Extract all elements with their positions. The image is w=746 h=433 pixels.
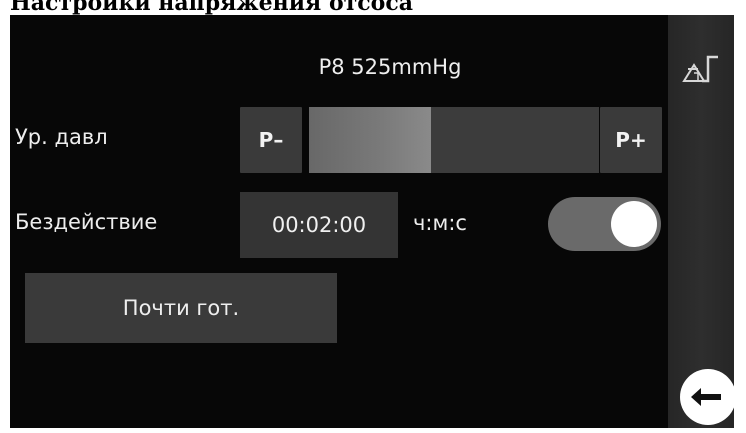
device-screen: P8 525mmHg Ур. давл P– P+ Бездействие 00…	[10, 15, 734, 428]
pressure-level-label: Ур. давл	[15, 125, 108, 149]
pressure-increase-button[interactable]: P+	[600, 107, 662, 173]
pressure-level-slider[interactable]	[309, 107, 599, 173]
back-arrow-icon[interactable]	[676, 367, 734, 425]
delta-pressure-icon[interactable]	[678, 45, 726, 93]
idle-time-unit: ч:м:с	[413, 211, 467, 235]
document-heading: Настройки напряжения отсоса	[10, 0, 413, 16]
pressure-level-fill	[309, 107, 431, 173]
main-panel: P8 525mmHg Ур. давл P– P+ Бездействие 00…	[10, 15, 668, 428]
side-panel	[668, 15, 734, 428]
almost-ready-button[interactable]: Почти гот.	[25, 273, 337, 343]
pressure-decrease-button[interactable]: P–	[240, 107, 302, 173]
pressure-title: P8 525mmHg	[318, 55, 462, 79]
idle-label: Бездействие	[15, 210, 158, 234]
idle-time-field[interactable]: 00:02:00	[240, 192, 398, 258]
idle-toggle-knob	[611, 201, 657, 247]
idle-toggle[interactable]	[548, 197, 661, 251]
